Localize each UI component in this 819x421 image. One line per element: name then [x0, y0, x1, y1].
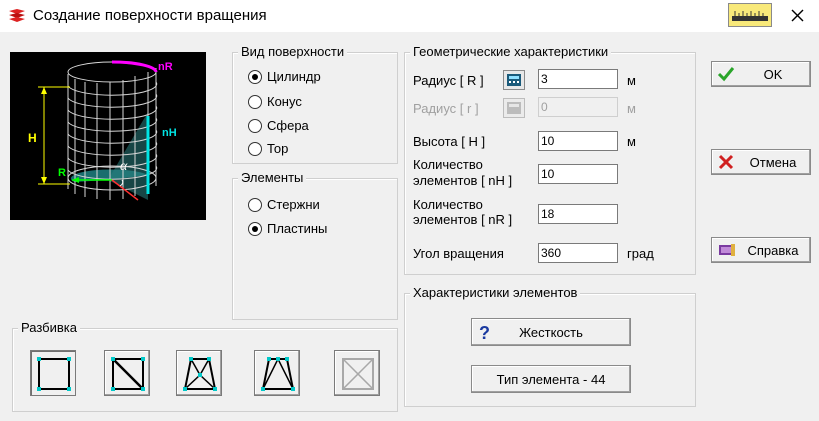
- count-nH-label-line1: Количество: [413, 157, 483, 172]
- count-nH-input[interactable]: 10: [538, 164, 618, 184]
- count-nH-label-line2: элементов [ nH ]: [413, 173, 513, 188]
- calculator-icon: [507, 74, 521, 86]
- height-input[interactable]: 10: [538, 131, 618, 151]
- stiffness-button[interactable]: ? Жесткость: [471, 318, 631, 346]
- radio-torus-label: Тор: [267, 141, 289, 156]
- element-props-title: Характеристики элементов: [410, 285, 581, 300]
- radius-r-unit: м: [627, 101, 636, 116]
- radio-sphere-label: Сфера: [267, 118, 309, 133]
- angle-input[interactable]: 360: [538, 243, 618, 263]
- mesh-trapezoid-split-icon: [261, 357, 295, 391]
- nh-label: nH: [162, 127, 177, 139]
- r-label: R: [58, 167, 66, 179]
- geometry-title: Геометрические характеристики: [410, 44, 612, 59]
- angle-unit: град: [627, 246, 654, 261]
- radio-indicator: [248, 197, 262, 212]
- radio-torus[interactable]: Тор: [248, 141, 288, 156]
- nr-label: nR: [158, 61, 173, 73]
- radio-indicator: [248, 221, 262, 236]
- calculator-button-R[interactable]: [503, 70, 525, 90]
- radio-plates[interactable]: Пластины: [248, 221, 327, 236]
- elements-title: Элементы: [238, 170, 307, 185]
- help-question-icon: ?: [479, 323, 490, 343]
- radio-sphere[interactable]: Сфера: [248, 118, 309, 133]
- h-label: H: [28, 131, 37, 145]
- radio-cylinder[interactable]: Цилиндр: [248, 69, 321, 84]
- cancel-button[interactable]: Отмена: [711, 149, 811, 175]
- radius-r-label: Радиус [ r ]: [413, 101, 479, 116]
- ok-label: OK: [763, 67, 783, 82]
- help-label: Справка: [747, 243, 799, 258]
- radius-R-unit: м: [627, 73, 636, 88]
- ruler-icon: [732, 11, 768, 21]
- mesh-quad-button[interactable]: [30, 350, 76, 396]
- radio-rods[interactable]: Стержни: [248, 197, 320, 212]
- title-bar: Создание поверхности вращения: [0, 0, 819, 32]
- count-nR-label-line2: элементов [ nR ]: [413, 212, 513, 227]
- svg-text:?: ?: [479, 323, 490, 343]
- height-label: Высота [ H ]: [413, 134, 486, 149]
- calculator-button-r[interactable]: [503, 98, 525, 118]
- stiffness-label: Жесткость: [519, 324, 583, 340]
- mesh-title: Разбивка: [18, 320, 80, 335]
- radio-plates-label: Пластины: [267, 221, 328, 236]
- mesh-cross-icon: [342, 358, 374, 390]
- mesh-trapezoid-button[interactable]: [176, 350, 222, 396]
- mesh-triangle-icon: [111, 357, 145, 391]
- mesh-trapezoid-split-button[interactable]: [254, 350, 300, 396]
- radius-R-input[interactable]: 3: [538, 69, 618, 89]
- help-book-icon: [719, 244, 735, 256]
- cylinder-diagram: nR nH H R α: [28, 60, 177, 201]
- radio-indicator: [248, 69, 262, 84]
- cross-icon: [718, 154, 734, 170]
- mesh-trapezoid-icon: [183, 357, 217, 391]
- radio-indicator: [248, 94, 262, 109]
- close-icon: [791, 9, 804, 22]
- radius-r-input[interactable]: 0: [538, 97, 618, 117]
- calculator-icon: [507, 102, 521, 114]
- app-icon: [9, 9, 25, 22]
- alpha-label: α: [120, 159, 128, 174]
- radius-R-label: Радиус [ R ]: [413, 73, 484, 88]
- window-title: Создание поверхности вращения: [33, 7, 267, 24]
- mesh-triangle-button[interactable]: [104, 350, 150, 396]
- help-button[interactable]: Справка: [711, 237, 811, 263]
- element-type-label: Тип элемента - 44: [496, 371, 606, 387]
- cancel-label: Отмена: [749, 155, 797, 170]
- ok-button[interactable]: OK: [711, 61, 811, 87]
- count-nR-input[interactable]: 18: [538, 204, 618, 224]
- radio-cone[interactable]: Конус: [248, 94, 302, 109]
- angle-label: Угол вращения: [413, 246, 504, 261]
- mesh-cross-button[interactable]: [334, 350, 380, 396]
- height-unit: м: [627, 134, 636, 149]
- mesh-quad-icon: [37, 357, 71, 391]
- element-type-button[interactable]: Тип элемента - 44: [471, 365, 631, 393]
- radio-rods-label: Стержни: [267, 197, 320, 212]
- radio-indicator: [248, 141, 262, 156]
- radio-cone-label: Конус: [267, 94, 302, 109]
- count-nR-label-line1: Количество: [413, 197, 483, 212]
- radio-indicator: [248, 118, 262, 133]
- close-button[interactable]: [783, 4, 813, 28]
- checkmark-icon: [717, 67, 735, 82]
- surface-type-title: Вид поверхности: [238, 44, 348, 59]
- cylinder-preview: nR nH H R α: [10, 52, 206, 220]
- ruler-button[interactable]: [728, 3, 772, 27]
- radio-cylinder-label: Цилиндр: [267, 69, 321, 84]
